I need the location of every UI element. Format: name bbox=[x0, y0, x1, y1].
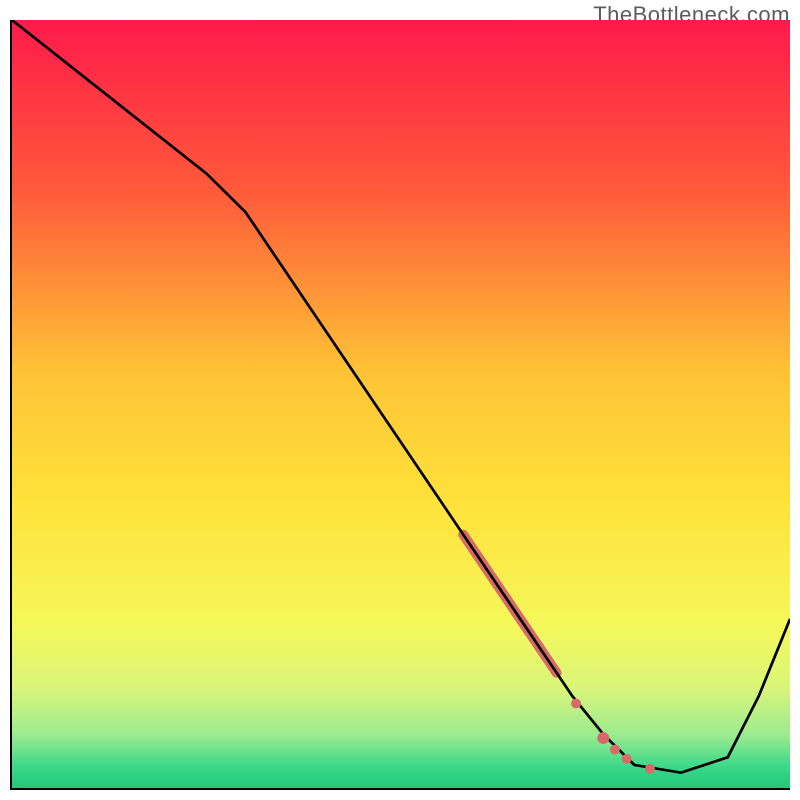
plot-area bbox=[10, 20, 790, 790]
main-curve bbox=[12, 20, 790, 773]
chart-container: TheBottleneck.com bbox=[0, 0, 800, 800]
highlight-point bbox=[610, 745, 620, 755]
highlight-point bbox=[571, 699, 581, 709]
highlight-point bbox=[645, 764, 655, 774]
highlight-point bbox=[622, 754, 632, 764]
highlight-point bbox=[597, 732, 609, 744]
chart-svg bbox=[12, 20, 790, 788]
